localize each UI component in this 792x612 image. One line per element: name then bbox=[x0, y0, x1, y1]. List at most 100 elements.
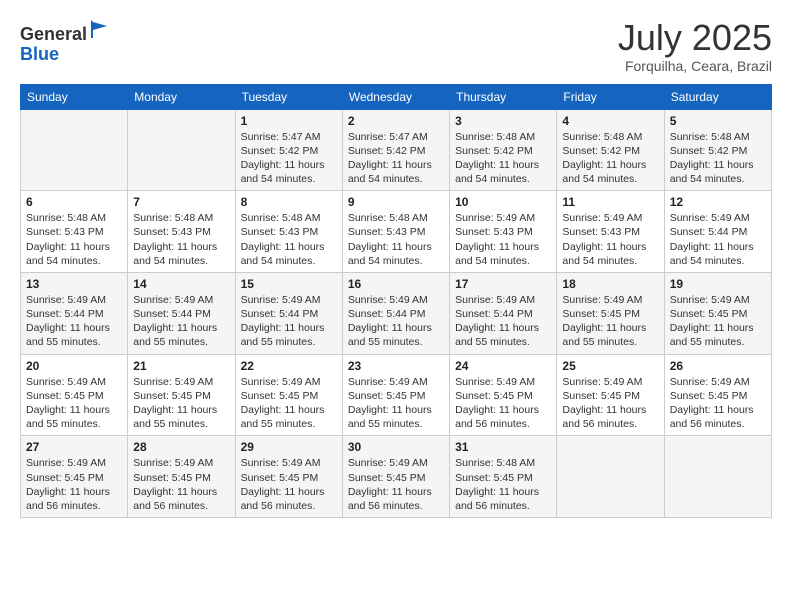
day-info: Sunrise: 5:49 AMSunset: 5:44 PMDaylight:… bbox=[26, 293, 122, 350]
day-info: Sunrise: 5:49 AMSunset: 5:45 PMDaylight:… bbox=[562, 375, 658, 432]
day-number: 23 bbox=[348, 359, 444, 373]
table-row: 15Sunrise: 5:49 AMSunset: 5:44 PMDayligh… bbox=[235, 272, 342, 354]
day-number: 8 bbox=[241, 195, 337, 209]
day-info: Sunrise: 5:48 AMSunset: 5:42 PMDaylight:… bbox=[562, 130, 658, 187]
table-row: 13 Sunrise: 5:49 AMSunset: 5:44 PMDayligh… bbox=[21, 272, 128, 354]
location: Forquilha, Ceara, Brazil bbox=[618, 58, 772, 74]
day-number: 17 bbox=[455, 277, 551, 291]
day-info: Sunrise: 5:48 AMSunset: 5:43 PMDaylight:… bbox=[348, 211, 444, 268]
table-row: 22 Sunrise: 5:49 AMSunset: 5:45 PMDayligh… bbox=[235, 354, 342, 436]
day-info: Sunrise: 5:49 AMSunset: 5:43 PMDaylight:… bbox=[455, 211, 551, 268]
calendar-table: Sunday Monday Tuesday Wednesday Thursday… bbox=[20, 84, 772, 518]
col-friday: Friday bbox=[557, 84, 664, 109]
day-number: 9 bbox=[348, 195, 444, 209]
header: General Blue July 2025 Forquilha, Ceara,… bbox=[20, 18, 772, 74]
day-info: Sunrise: 5:49 AMSunset: 5:45 PMDaylight:… bbox=[348, 456, 444, 513]
table-row bbox=[128, 109, 235, 191]
table-row: 17 Sunrise: 5:49 AMSunset: 5:44 PMDayligh… bbox=[450, 272, 557, 354]
table-row: 25 Sunrise: 5:49 AMSunset: 5:45 PMDayligh… bbox=[557, 354, 664, 436]
table-row: 1Sunrise: 5:47 AMSunset: 5:42 PMDaylight… bbox=[235, 109, 342, 191]
col-saturday: Saturday bbox=[664, 84, 771, 109]
logo-general: General bbox=[20, 24, 87, 44]
table-row: 3 Sunrise: 5:48 AMSunset: 5:42 PMDaylight… bbox=[450, 109, 557, 191]
table-row: 29 Sunrise: 5:49 AMSunset: 5:45 PMDayligh… bbox=[235, 436, 342, 518]
day-number: 3 bbox=[455, 114, 551, 128]
table-row: 31 Sunrise: 5:48 AMSunset: 5:45 PMDayligh… bbox=[450, 436, 557, 518]
col-thursday: Thursday bbox=[450, 84, 557, 109]
table-row bbox=[557, 436, 664, 518]
day-info: Sunrise: 5:49 AMSunset: 5:45 PMDaylight:… bbox=[562, 293, 658, 350]
table-row: 10Sunrise: 5:49 AMSunset: 5:43 PMDayligh… bbox=[450, 191, 557, 273]
table-row: 8 Sunrise: 5:48 AMSunset: 5:43 PMDaylight… bbox=[235, 191, 342, 273]
day-number: 21 bbox=[133, 359, 229, 373]
day-number: 31 bbox=[455, 440, 551, 454]
calendar-week-row: 6 Sunrise: 5:48 AMSunset: 5:43 PMDaylight… bbox=[21, 191, 772, 273]
day-info: Sunrise: 5:49 AMSunset: 5:44 PMDaylight:… bbox=[133, 293, 229, 350]
month-title: July 2025 bbox=[618, 18, 772, 58]
day-info: Sunrise: 5:49 AMSunset: 5:45 PMDaylight:… bbox=[26, 456, 122, 513]
page: General Blue July 2025 Forquilha, Ceara,… bbox=[0, 0, 792, 612]
day-info: Sunrise: 5:49 AMSunset: 5:44 PMDaylight:… bbox=[455, 293, 551, 350]
day-info: Sunrise: 5:49 AMSunset: 5:45 PMDaylight:… bbox=[241, 375, 337, 432]
day-number: 19 bbox=[670, 277, 766, 291]
day-number: 1 bbox=[241, 114, 337, 128]
col-monday: Monday bbox=[128, 84, 235, 109]
day-info: Sunrise: 5:49 AMSunset: 5:45 PMDaylight:… bbox=[348, 375, 444, 432]
day-info: Sunrise: 5:49 AMSunset: 5:45 PMDaylight:… bbox=[133, 375, 229, 432]
day-number: 2 bbox=[348, 114, 444, 128]
logo-flag-icon bbox=[89, 18, 111, 40]
day-info: Sunrise: 5:48 AMSunset: 5:45 PMDaylight:… bbox=[455, 456, 551, 513]
table-row: 23 Sunrise: 5:49 AMSunset: 5:45 PMDayligh… bbox=[342, 354, 449, 436]
table-row: 26 Sunrise: 5:49 AMSunset: 5:45 PMDayligh… bbox=[664, 354, 771, 436]
table-row: 12 Sunrise: 5:49 AMSunset: 5:44 PMDayligh… bbox=[664, 191, 771, 273]
day-info: Sunrise: 5:49 AMSunset: 5:43 PMDaylight:… bbox=[562, 211, 658, 268]
col-wednesday: Wednesday bbox=[342, 84, 449, 109]
day-info: Sunrise: 5:49 AMSunset: 5:44 PMDaylight:… bbox=[670, 211, 766, 268]
day-info: Sunrise: 5:48 AMSunset: 5:42 PMDaylight:… bbox=[455, 130, 551, 187]
day-info: Sunrise: 5:49 AMSunset: 5:45 PMDaylight:… bbox=[241, 456, 337, 513]
day-number: 16 bbox=[348, 277, 444, 291]
table-row bbox=[21, 109, 128, 191]
table-row bbox=[664, 436, 771, 518]
table-row: 7Sunrise: 5:48 AMSunset: 5:43 PMDaylight… bbox=[128, 191, 235, 273]
day-number: 28 bbox=[133, 440, 229, 454]
day-number: 27 bbox=[26, 440, 122, 454]
day-number: 25 bbox=[562, 359, 658, 373]
table-row: 30 Sunrise: 5:49 AMSunset: 5:45 PMDayligh… bbox=[342, 436, 449, 518]
day-info: Sunrise: 5:49 AMSunset: 5:45 PMDaylight:… bbox=[26, 375, 122, 432]
day-number: 5 bbox=[670, 114, 766, 128]
calendar-header-row: Sunday Monday Tuesday Wednesday Thursday… bbox=[21, 84, 772, 109]
day-info: Sunrise: 5:48 AMSunset: 5:43 PMDaylight:… bbox=[241, 211, 337, 268]
day-info: Sunrise: 5:49 AMSunset: 5:45 PMDaylight:… bbox=[455, 375, 551, 432]
title-block: July 2025 Forquilha, Ceara, Brazil bbox=[618, 18, 772, 74]
day-number: 6 bbox=[26, 195, 122, 209]
day-number: 13 bbox=[26, 277, 122, 291]
day-number: 7 bbox=[133, 195, 229, 209]
day-number: 15 bbox=[241, 277, 337, 291]
day-number: 12 bbox=[670, 195, 766, 209]
table-row: 24Sunrise: 5:49 AMSunset: 5:45 PMDayligh… bbox=[450, 354, 557, 436]
col-sunday: Sunday bbox=[21, 84, 128, 109]
day-number: 14 bbox=[133, 277, 229, 291]
table-row: 20Sunrise: 5:49 AMSunset: 5:45 PMDayligh… bbox=[21, 354, 128, 436]
day-info: Sunrise: 5:49 AMSunset: 5:44 PMDaylight:… bbox=[348, 293, 444, 350]
day-number: 30 bbox=[348, 440, 444, 454]
logo-blue: Blue bbox=[20, 44, 59, 64]
day-info: Sunrise: 5:47 AMSunset: 5:42 PMDaylight:… bbox=[348, 130, 444, 187]
logo: General Blue bbox=[20, 18, 111, 65]
day-info: Sunrise: 5:49 AMSunset: 5:45 PMDaylight:… bbox=[670, 375, 766, 432]
day-number: 26 bbox=[670, 359, 766, 373]
day-info: Sunrise: 5:48 AMSunset: 5:43 PMDaylight:… bbox=[26, 211, 122, 268]
day-number: 18 bbox=[562, 277, 658, 291]
table-row: 16 Sunrise: 5:49 AMSunset: 5:44 PMDayligh… bbox=[342, 272, 449, 354]
calendar-week-row: 1 Sunrise: 5:47 AMSunset: 5:42 PMDaylight… bbox=[21, 109, 772, 191]
table-row: 27 Sunrise: 5:49 AMSunset: 5:45 PMDayligh… bbox=[21, 436, 128, 518]
table-row: 14 Sunrise: 5:49 AMSunset: 5:44 PMDayligh… bbox=[128, 272, 235, 354]
col-tuesday: Tuesday bbox=[235, 84, 342, 109]
day-info: Sunrise: 5:49 AMSunset: 5:45 PMDaylight:… bbox=[670, 293, 766, 350]
day-info: Sunrise: 5:48 AMSunset: 5:42 PMDaylight:… bbox=[670, 130, 766, 187]
day-number: 22 bbox=[241, 359, 337, 373]
table-row: 11Sunrise: 5:49 AMSunset: 5:43 PMDayligh… bbox=[557, 191, 664, 273]
day-number: 29 bbox=[241, 440, 337, 454]
table-row: 9 Sunrise: 5:48 AMSunset: 5:43 PMDaylight… bbox=[342, 191, 449, 273]
